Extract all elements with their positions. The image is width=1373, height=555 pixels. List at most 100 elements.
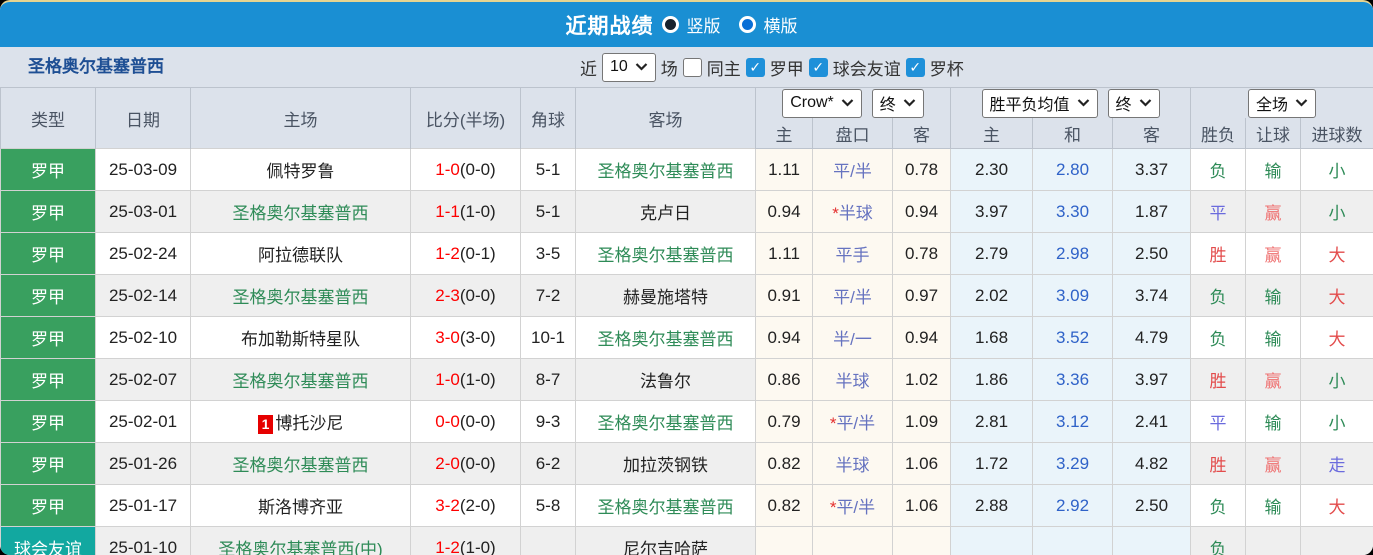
odds-home-cell: 1.11	[755, 148, 813, 191]
score-cell: 0-0(0-0)	[410, 400, 521, 443]
halftime-score: (1-0)	[459, 369, 496, 389]
odds-header-group: Crow* 终	[754, 87, 952, 118]
away-team-cell[interactable]: 圣格奥尔基塞普西	[575, 400, 756, 443]
corner-cell: 3-5	[520, 232, 576, 275]
avg-home-cell: 1.72	[950, 442, 1034, 485]
goals-cell: 走	[1300, 442, 1373, 485]
checkbox-club-friendly[interactable]: ✓	[808, 57, 828, 77]
filter-controls: 近 10 场 同主 ✓ 罗甲 ✓ 球会友谊 ✓ 罗杯	[580, 47, 964, 87]
home-team-cell[interactable]: 阿拉德联队	[190, 232, 411, 275]
checkbox-league[interactable]: ✓	[745, 57, 765, 77]
goals-cell: 大	[1300, 316, 1373, 359]
home-team-cell[interactable]: 1 博托沙尼	[190, 400, 411, 443]
sub-header-odds-home: 主	[755, 118, 813, 149]
checkbox-same-home[interactable]	[682, 57, 702, 77]
avg-draw-cell: 2.92	[1032, 484, 1114, 527]
scope-select[interactable]: 全场	[1248, 88, 1317, 118]
halftime-score: (0-0)	[459, 453, 496, 473]
radio-horizontal-layout[interactable]	[738, 16, 756, 33]
avg-away-cell: 1.87	[1112, 190, 1192, 233]
odds-away-cell	[891, 526, 952, 555]
away-team-name: 圣格奥尔基塞普西	[597, 246, 734, 265]
match-type-cell: 罗甲	[0, 232, 96, 275]
sub-header-letball: 让球	[1245, 118, 1302, 149]
score-cell: 3-0(3-0)	[410, 316, 521, 359]
checkbox-cup[interactable]: ✓	[905, 57, 925, 77]
halftime-score: (1-0)	[459, 537, 496, 555]
sub-header-avg-away: 客	[1112, 118, 1192, 149]
goals-cell: 小	[1300, 190, 1373, 233]
letball-cell: 赢	[1245, 190, 1302, 233]
odds-stage-select[interactable]: 终	[871, 88, 924, 118]
goals-cell: 大	[1300, 484, 1373, 527]
letball-cell: 输	[1245, 400, 1302, 443]
radio-vertical-label[interactable]: 竖版	[687, 12, 721, 37]
checkbox-league-label[interactable]: 罗甲	[770, 55, 804, 80]
avg-odds-select[interactable]: 胜平负均值	[981, 88, 1098, 118]
radio-horizontal-label[interactable]: 横版	[764, 12, 798, 37]
score-cell: 2-3(0-0)	[410, 274, 521, 317]
away-team-cell[interactable]: 尼尔吉哈萨	[575, 526, 756, 555]
away-team-name: 圣格奥尔基塞普西	[597, 330, 734, 349]
away-team-cell[interactable]: 加拉茨钢铁	[575, 442, 756, 485]
result-cell: 胜	[1190, 232, 1247, 275]
result-cell: 负	[1190, 316, 1247, 359]
sub-header-avg-home: 主	[950, 118, 1034, 149]
home-team-cell[interactable]: 布加勒斯特星队	[190, 316, 411, 359]
home-team-name: 博托沙尼	[275, 414, 344, 433]
handicap-cell: 半球	[812, 442, 893, 485]
home-team-name: 圣格奥尔基塞普西(中)	[218, 540, 383, 555]
games-label: 场	[660, 59, 678, 79]
handicap-cell: *平/半	[812, 400, 893, 443]
avg-draw-cell: 2.98	[1032, 232, 1114, 275]
result-cell: 胜	[1190, 442, 1247, 485]
home-team-cell[interactable]: 圣格奥尔基塞普西	[190, 442, 411, 485]
recent-results-panel: 近期战绩 竖版 横版 圣格奥尔基塞普西 近 10 场 同主 ✓ 罗甲 ✓ 球会友…	[0, 0, 1373, 555]
home-team-name: 圣格奥尔基塞普西	[232, 372, 369, 391]
away-team-cell[interactable]: 克卢日	[575, 190, 756, 233]
sub-header-handicap: 盘口	[812, 118, 893, 149]
letball-cell: 输	[1245, 148, 1302, 191]
home-team-name: 布加勒斯特星队	[241, 330, 360, 349]
away-team-cell[interactable]: 圣格奥尔基塞普西	[575, 232, 756, 275]
away-team-cell[interactable]: 法鲁尔	[575, 358, 756, 401]
fulltime-score: 3-2	[435, 495, 460, 515]
date-cell: 25-02-01	[95, 400, 191, 443]
match-count-select[interactable]: 10	[602, 52, 656, 82]
score-cell: 3-2(2-0)	[410, 484, 521, 527]
results-table-body: 罗甲 25-03-09 佩特罗鲁 1-0(0-0) 5-1 圣格奥尔基塞普西 1.11 平/半…	[0, 148, 1373, 555]
match-type-cell: 罗甲	[0, 148, 96, 191]
home-team-cell[interactable]: 佩特罗鲁	[190, 148, 411, 191]
date-cell: 25-03-09	[95, 148, 191, 191]
fulltime-score: 1-0	[435, 159, 460, 179]
away-team-cell[interactable]: 赫曼施塔特	[575, 274, 756, 317]
away-team-cell[interactable]: 圣格奥尔基塞普西	[575, 148, 756, 191]
checkbox-cup-label[interactable]: 罗杯	[930, 55, 964, 80]
avg-stage-select[interactable]: 终	[1107, 88, 1160, 118]
home-team-cell[interactable]: 圣格奥尔基塞普西	[190, 190, 411, 233]
home-team-cell[interactable]: 圣格奥尔基塞普西(中)	[190, 526, 411, 555]
odds-home-cell: 0.79	[755, 400, 813, 443]
radio-vertical-layout[interactable]	[661, 16, 679, 33]
home-team-name: 斯洛博齐亚	[258, 498, 343, 517]
table-row: 罗甲 25-03-09 佩特罗鲁 1-0(0-0) 5-1 圣格奥尔基塞普西 1.11 平/半…	[0, 148, 1373, 191]
away-team-cell[interactable]: 圣格奥尔基塞普西	[575, 316, 756, 359]
home-team-cell[interactable]: 圣格奥尔基塞普西	[190, 274, 411, 317]
bookmaker-select[interactable]: Crow*	[782, 88, 862, 118]
odds-home-cell	[755, 526, 813, 555]
away-team-name: 法鲁尔	[640, 372, 691, 391]
checkbox-same-home-label[interactable]: 同主	[707, 55, 741, 80]
home-team-cell[interactable]: 圣格奥尔基塞普西	[190, 358, 411, 401]
away-team-name: 尼尔吉哈萨	[623, 540, 708, 555]
filter-bar: 圣格奥尔基塞普西 近 10 场 同主 ✓ 罗甲 ✓ 球会友谊 ✓ 罗杯	[0, 47, 1373, 87]
letball-cell: 输	[1245, 484, 1302, 527]
odds-home-cell: 0.82	[755, 484, 813, 527]
home-team-cell[interactable]: 斯洛博齐亚	[190, 484, 411, 527]
checkbox-club-friendly-label[interactable]: 球会友谊	[833, 55, 901, 80]
avg-draw-cell: 2.80	[1032, 148, 1114, 191]
away-team-cell[interactable]: 圣格奥尔基塞普西	[575, 484, 756, 527]
halftime-score: (0-0)	[459, 285, 496, 305]
odds-away-cell: 1.02	[891, 358, 952, 401]
odds-away-cell: 0.94	[891, 316, 952, 359]
col-header-date: 日期	[95, 87, 191, 149]
